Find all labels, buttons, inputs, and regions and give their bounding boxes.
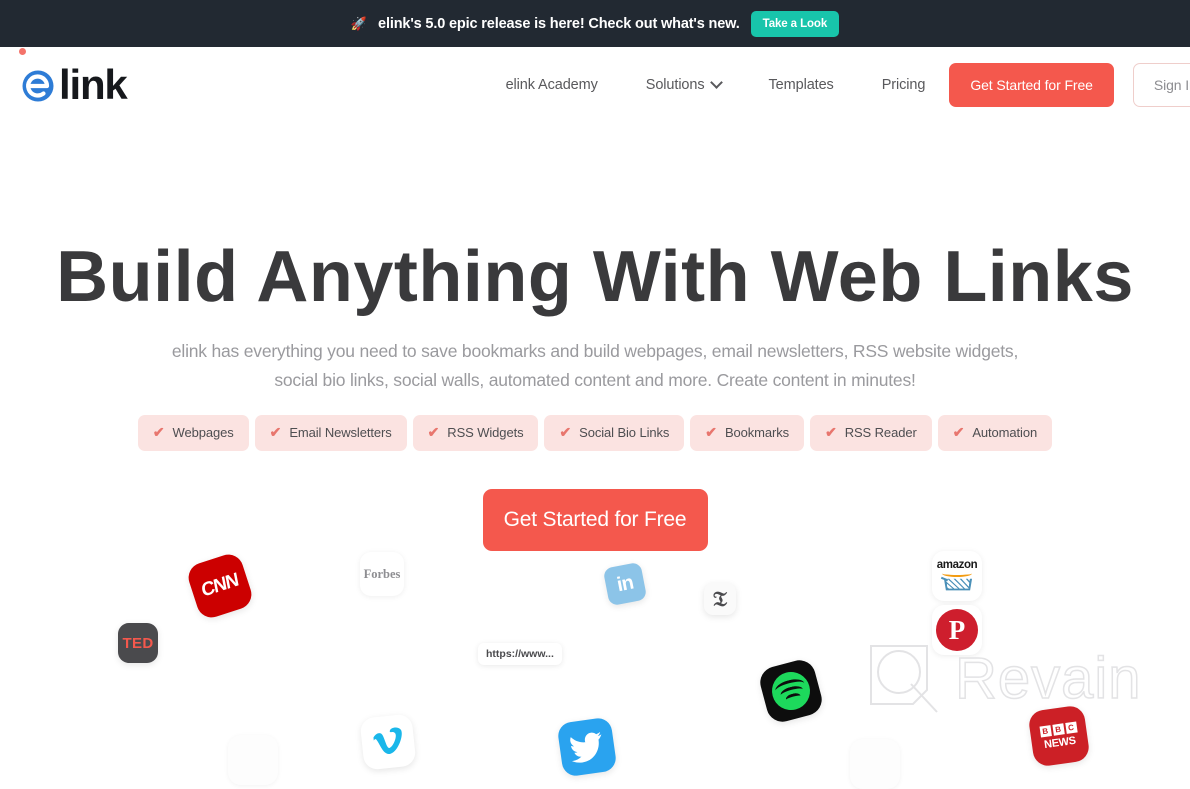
revain-mark-icon	[865, 640, 943, 718]
spotify-icon	[756, 656, 826, 726]
amazon-label: amazon	[936, 558, 978, 571]
feature-pill-label: Social Bio Links	[579, 425, 670, 441]
hero-section: Build Anything With Web Links elink has …	[0, 122, 1190, 551]
bbc-block-c: C	[1064, 721, 1078, 734]
nyt-label: 𝔗	[704, 583, 736, 615]
header-get-started-button[interactable]: Get Started for Free	[949, 62, 1114, 107]
feature-pill-rss-reader[interactable]: ✔ RSS Reader	[810, 414, 932, 451]
check-icon: ✔	[269, 423, 282, 440]
ted-icon: TED	[118, 623, 158, 663]
linkedin-label: in	[602, 561, 648, 607]
header-actions: Get Started for Free Sign In	[949, 62, 1190, 107]
feature-pill-label: Bookmarks	[724, 425, 790, 441]
feature-pill-social-bio-links[interactable]: ✔ Social Bio Links	[544, 414, 685, 451]
feature-pill-automation[interactable]: ✔ Automation	[937, 414, 1053, 451]
feature-pill-label: RSS Widgets	[447, 425, 524, 441]
rocket-icon: 🚀	[350, 16, 368, 31]
feature-pill-bookmarks[interactable]: ✔ Bookmarks	[690, 414, 805, 451]
feature-pill-email-newsletters[interactable]: ✔ Email Newsletters	[254, 414, 407, 451]
page-title: Build Anything With Web Links	[56, 237, 1134, 317]
forbes-icon: Forbes	[360, 552, 404, 596]
feature-pill-rss-widgets[interactable]: ✔ RSS Widgets	[412, 414, 539, 451]
url-chip-label: https://www...	[478, 643, 562, 665]
hero-subtitle: elink has everything you need to save bo…	[171, 340, 1019, 390]
vimeo-icon	[359, 713, 417, 771]
amazon-smile-icon	[942, 570, 972, 577]
bbc-news-label: NEWS	[1043, 734, 1077, 751]
feature-pill-label: RSS Reader	[844, 425, 917, 441]
bbc-block-b2: B	[1051, 722, 1065, 736]
nav-label: Solutions	[645, 76, 705, 93]
take-a-look-button[interactable]: Take a Look	[750, 10, 840, 37]
brand-logo-placeholder-right	[850, 739, 900, 789]
logo-e-icon	[18, 65, 58, 105]
cnn-label: CNN	[200, 569, 240, 602]
announcement-bar: 🚀 elink's 5.0 epic release is here! Chec…	[0, 0, 1190, 47]
main-nav: elink Academy Solutions Templates Pricin…	[482, 77, 950, 93]
announcement-text: elink's 5.0 epic release is here! Check …	[378, 15, 740, 32]
revain-wordmark: Revain	[954, 646, 1142, 711]
site-header: link elink Academy Solutions Templates P…	[0, 47, 1190, 122]
url-chip: https://www...	[478, 643, 562, 665]
brand-logo-collage: TED CNN Forbes https://www... in 𝔗 amazo…	[0, 545, 1190, 789]
check-icon: ✔	[559, 423, 572, 440]
amazon-icon: amazon	[932, 551, 982, 601]
bbc-block-b1: B	[1038, 724, 1052, 738]
forbes-label: Forbes	[363, 566, 401, 581]
chevron-down-icon	[712, 78, 721, 87]
nav-label: Templates	[768, 76, 834, 93]
check-icon: ✔	[705, 423, 717, 440]
nav-label: elink Academy	[505, 76, 598, 93]
feature-pill-row: ✔ Webpages ✔ Email Newsletters ✔ RSS Wid…	[0, 414, 1190, 451]
feature-pill-webpages[interactable]: ✔ Webpages	[137, 414, 249, 451]
cta-wrapper: Get Started for Free	[0, 488, 1190, 551]
linkedin-icon: in	[602, 561, 648, 607]
bbc-news-icon: B B C NEWS	[1027, 704, 1091, 768]
hero-get-started-button[interactable]: Get Started for Free	[482, 488, 708, 551]
feature-pill-label: Webpages	[172, 425, 234, 441]
nav-item-templates[interactable]: Templates	[745, 77, 858, 93]
nav-item-pricing[interactable]: Pricing	[858, 77, 950, 93]
check-icon: ✔	[152, 423, 165, 440]
nav-label: Pricing	[881, 76, 926, 93]
nav-item-solutions[interactable]: Solutions	[622, 77, 745, 93]
logo-dot-icon	[19, 48, 26, 55]
elink-logo[interactable]: link	[18, 48, 128, 108]
feature-pill-label: Automation	[972, 425, 1038, 441]
revain-icon: Revain	[865, 640, 1142, 718]
new-york-times-icon: 𝔗	[704, 583, 736, 615]
brand-logo-placeholder-left	[228, 735, 278, 785]
logo-wordmark: link	[59, 60, 128, 108]
sign-in-button[interactable]: Sign In	[1132, 62, 1190, 107]
feature-pill-label: Email Newsletters	[289, 425, 392, 441]
cnn-icon: CNN	[184, 550, 256, 622]
shopping-cart-icon	[940, 576, 973, 594]
check-icon: ✔	[427, 423, 440, 440]
check-icon: ✔	[952, 423, 965, 440]
check-icon: ✔	[825, 423, 837, 440]
nav-item-elink-academy[interactable]: elink Academy	[482, 77, 622, 93]
ted-label: TED	[118, 623, 158, 663]
twitter-icon	[556, 716, 618, 778]
